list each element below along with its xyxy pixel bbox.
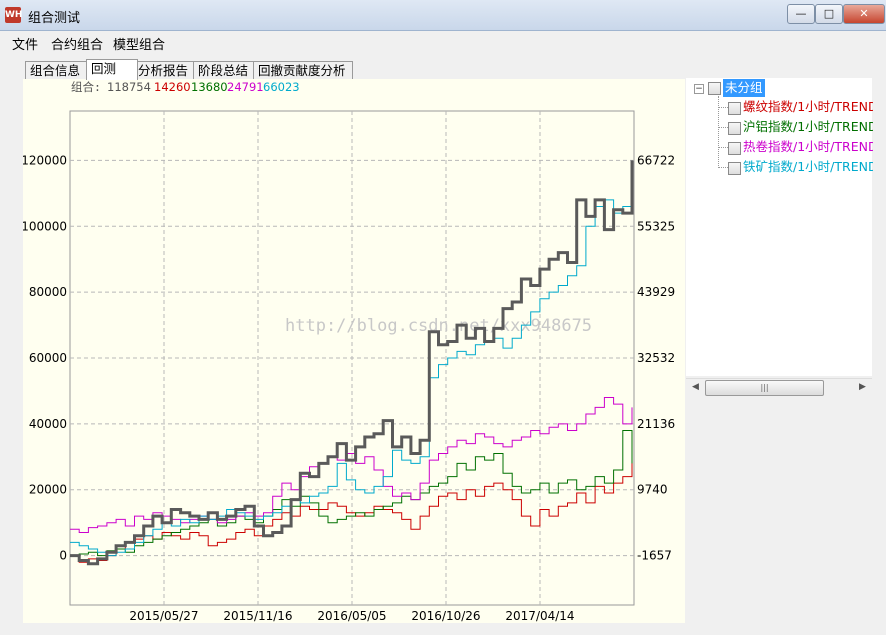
tab-stage-summary[interactable]: 阶段总结 [193, 61, 255, 79]
maximize-button[interactable]: □ [815, 4, 843, 24]
collapse-icon[interactable]: − [694, 84, 704, 94]
strategy-tree: − 未分组 螺纹指数/1小时/TREND 沪铝指数/1小时/TREND 热卷指数… [686, 78, 878, 376]
x-tick-label: 2016/05/05 [317, 609, 386, 623]
backtest-chart-panel: 组合: 118754 14260 13680 24791 66023 120000 6672… [21, 79, 685, 623]
y-tick-label-left: 80000 [29, 285, 67, 299]
menu-bar: 文件 合约组合 模型组合 [0, 31, 886, 53]
plot-area: 120000 66722 100000 55325 80000 43929 60000 325… [21, 110, 675, 623]
y-tick-label-right: -1657 [637, 549, 672, 563]
tab-portfolio-info[interactable]: 组合信息 [25, 61, 87, 79]
app-icon: WH [5, 7, 22, 23]
item-checkbox[interactable] [728, 162, 741, 175]
item-checkbox[interactable] [728, 122, 741, 135]
tree-side-strip [873, 78, 886, 378]
series-line-0 [70, 160, 634, 566]
item-checkbox[interactable] [728, 102, 741, 115]
y-tick-label-right: 21136 [637, 417, 675, 431]
y-tick-label-left: 100000 [23, 219, 67, 233]
tab-analysis-report[interactable]: 分析报告 [133, 61, 195, 79]
tree-branch [718, 107, 728, 108]
title-bar: WH 组合测试 — □ ✕ [0, 0, 886, 31]
legend-value: 14260 [154, 80, 191, 94]
legend-value: 13680 [191, 80, 228, 94]
x-tick-label: 2015/05/27 [129, 609, 198, 623]
legend-value: 66023 [263, 80, 300, 94]
x-tick-label: 2017/04/14 [505, 609, 574, 623]
y-tick-label-right: 9740 [637, 483, 668, 497]
y-tick-label-right: 55325 [637, 219, 675, 233]
group-checkbox[interactable] [708, 82, 721, 95]
series-line-2 [70, 430, 633, 557]
menu-contract-portfolio[interactable]: 合约组合 [51, 34, 103, 53]
series-line-3 [70, 397, 633, 533]
x-tick-label: 2015/11/16 [223, 609, 292, 623]
y-tick-label-right: 32532 [637, 351, 675, 365]
tree-item-hot-coil[interactable]: 热卷指数/1小时/TREND [743, 138, 878, 156]
tree-branch [718, 167, 728, 168]
tree-item-rebar[interactable]: 螺纹指数/1小时/TREND [743, 98, 878, 116]
y-tick-label-left: 120000 [23, 153, 67, 167]
x-tick-label: 2016/10/26 [411, 609, 480, 623]
window-title: 组合测试 [28, 11, 81, 26]
y-tick-label-left: 40000 [29, 417, 67, 431]
empty-panel [686, 396, 886, 635]
tree-branch [718, 127, 728, 128]
tree-item-aluminum[interactable]: 沪铝指数/1小时/TREND [743, 118, 878, 136]
scroll-right-icon[interactable]: ▶ [856, 381, 869, 394]
minimize-button[interactable]: — [787, 4, 815, 24]
y-tick-label-right: 66722 [637, 153, 675, 167]
series-line-1 [70, 460, 633, 563]
tree-branch [718, 147, 728, 148]
scroll-thumb[interactable]: ||| [705, 380, 824, 396]
legend-label: 组合: [71, 80, 101, 94]
item-checkbox[interactable] [728, 142, 741, 155]
tree-group-ungrouped[interactable]: 未分组 [723, 79, 765, 97]
tab-backtest[interactable]: 回测 [86, 59, 138, 80]
legend-value: 118754 [107, 80, 151, 94]
tree-horizontal-scrollbar[interactable]: ◀ ||| ▶ [686, 378, 872, 396]
legend-value: 24791 [227, 80, 264, 94]
close-button[interactable]: ✕ [843, 4, 885, 24]
tab-drawdown-contribution[interactable]: 回撤贡献度分析 [253, 61, 353, 79]
y-tick-label-left: 20000 [29, 483, 67, 497]
y-tick-label-left: 0 [59, 549, 67, 563]
scroll-left-icon[interactable]: ◀ [689, 381, 702, 394]
tree-item-iron-ore[interactable]: 铁矿指数/1小时/TREND [743, 158, 878, 176]
y-tick-label-left: 60000 [29, 351, 67, 365]
menu-model-portfolio[interactable]: 模型组合 [113, 34, 165, 53]
y-tick-label-right: 43929 [637, 285, 675, 299]
equity-curve-chart: 组合: 118754 14260 13680 24791 66023 120000 6672… [21, 80, 675, 623]
menu-file[interactable]: 文件 [12, 34, 38, 53]
series-line-4 [70, 196, 633, 557]
chart-legend: 组合: 118754 14260 13680 24791 66023 [71, 80, 300, 94]
